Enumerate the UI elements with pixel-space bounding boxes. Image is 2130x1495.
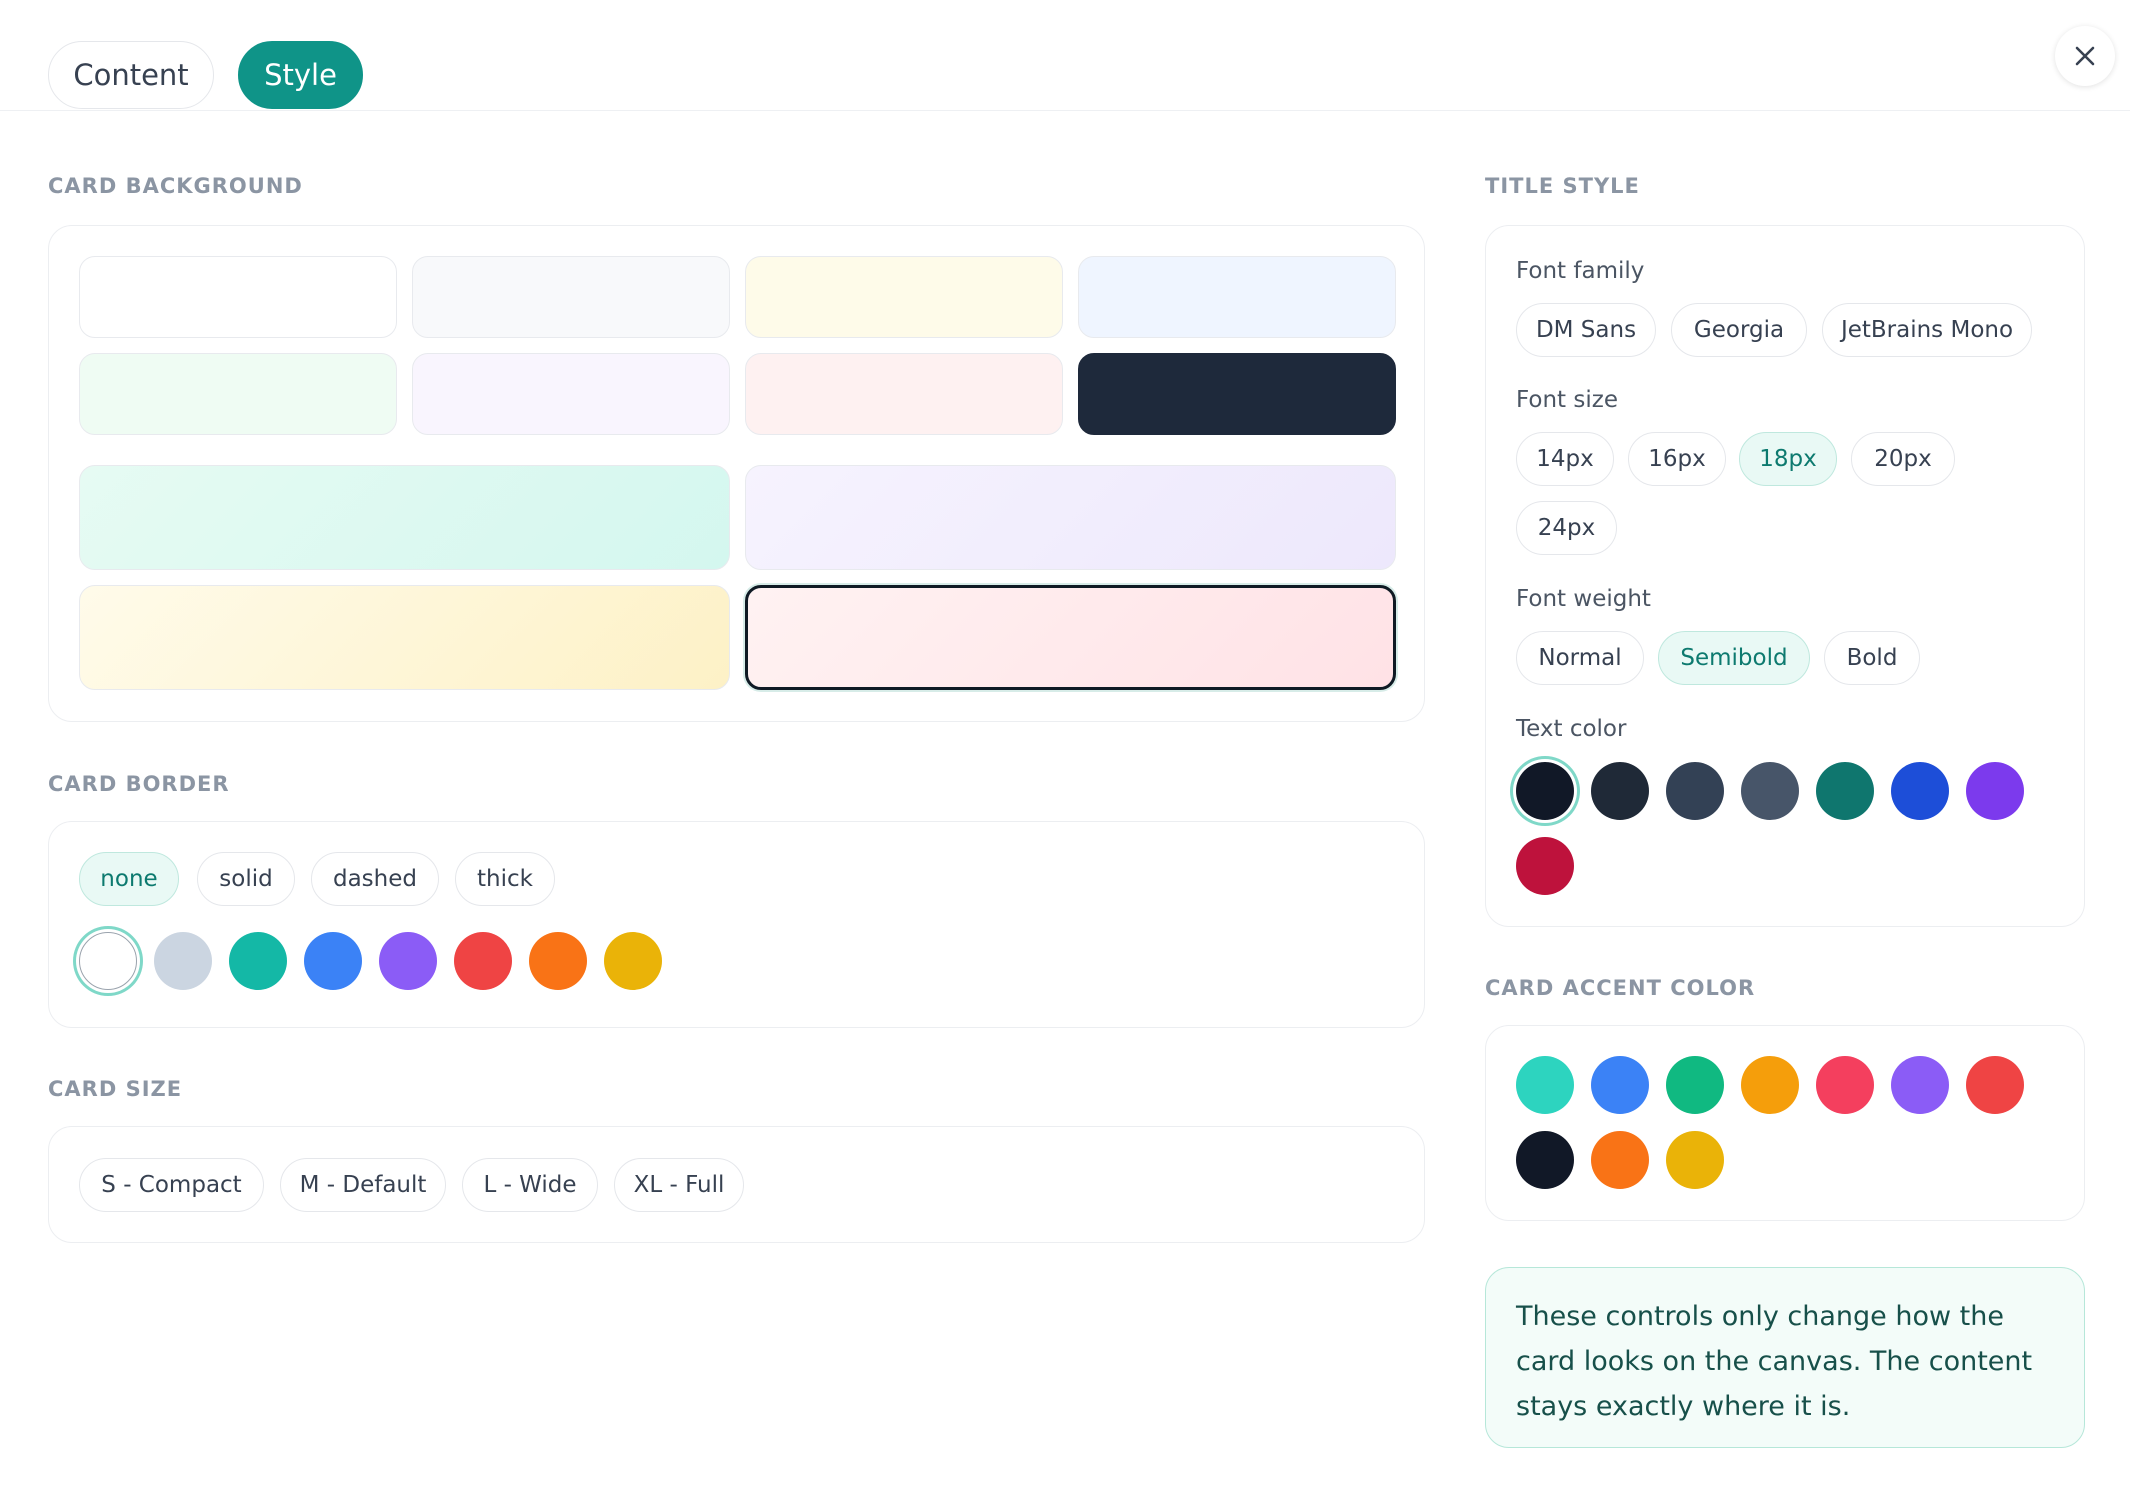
accent-color-swatch-4[interactable] <box>1741 1056 1799 1114</box>
tab-style[interactable]: Style <box>238 41 363 109</box>
border-color-swatch-7[interactable] <box>529 932 587 990</box>
background-swatch-solid-8[interactable] <box>1078 353 1396 435</box>
border-color-swatch-8[interactable] <box>604 932 662 990</box>
font-size-20[interactable]: 20px <box>1851 432 1955 486</box>
title-style-panel: Font family DM Sans Georgia JetBrains Mo… <box>1485 225 2085 927</box>
text-color-label: Text color <box>1516 716 1627 742</box>
accent-color-swatch-10[interactable] <box>1666 1131 1724 1189</box>
background-swatch-solid-4[interactable] <box>1078 256 1396 338</box>
background-swatch-gradient-4[interactable] <box>745 585 1396 690</box>
accent-color-swatch-5[interactable] <box>1816 1056 1874 1114</box>
card-accent-title: CARD ACCENT COLOR <box>1485 976 1756 1000</box>
size-option-full[interactable]: XL - Full <box>614 1158 744 1212</box>
tab-content[interactable]: Content <box>48 41 214 109</box>
card-background-panel <box>48 225 1425 722</box>
border-color-swatch-2[interactable] <box>154 932 212 990</box>
border-style-none[interactable]: none <box>79 852 179 906</box>
card-border-title: CARD BORDER <box>48 772 230 796</box>
card-border-panel: none solid dashed thick <box>48 821 1425 1028</box>
text-color-swatch-1[interactable] <box>1516 762 1574 820</box>
size-option-default[interactable]: M - Default <box>280 1158 446 1212</box>
font-weight-label: Font weight <box>1516 586 1651 612</box>
title-style-title: TITLE STYLE <box>1485 174 1640 198</box>
background-swatch-gradient-1[interactable] <box>79 465 730 570</box>
font-size-label: Font size <box>1516 387 1618 413</box>
accent-color-swatch-9[interactable] <box>1591 1131 1649 1189</box>
text-color-swatch-2[interactable] <box>1591 762 1649 820</box>
border-color-swatch-4[interactable] <box>304 932 362 990</box>
style-info-note: These controls only change how the card … <box>1485 1267 2085 1448</box>
text-color-swatch-7[interactable] <box>1966 762 2024 820</box>
card-background-title: CARD BACKGROUND <box>48 174 303 198</box>
border-color-swatch-1[interactable] <box>79 932 137 990</box>
font-size-24[interactable]: 24px <box>1516 501 1617 555</box>
font-size-18[interactable]: 18px <box>1739 432 1837 486</box>
font-family-dm-sans[interactable]: DM Sans <box>1516 303 1656 357</box>
accent-color-swatch-7[interactable] <box>1966 1056 2024 1114</box>
card-size-panel: S - Compact M - Default L - Wide XL - Fu… <box>48 1126 1425 1243</box>
text-color-swatch-8[interactable] <box>1516 837 1574 895</box>
font-size-16[interactable]: 16px <box>1628 432 1726 486</box>
border-color-swatch-5[interactable] <box>379 932 437 990</box>
font-weight-bold[interactable]: Bold <box>1824 631 1920 685</box>
border-style-thick[interactable]: thick <box>455 852 555 906</box>
card-accent-panel <box>1485 1025 2085 1221</box>
size-option-compact[interactable]: S - Compact <box>79 1158 264 1212</box>
text-color-swatch-5[interactable] <box>1816 762 1874 820</box>
background-swatch-solid-3[interactable] <box>745 256 1063 338</box>
accent-color-swatch-1[interactable] <box>1516 1056 1574 1114</box>
accent-color-swatch-3[interactable] <box>1666 1056 1724 1114</box>
background-swatch-solid-7[interactable] <box>745 353 1063 435</box>
text-color-swatch-6[interactable] <box>1891 762 1949 820</box>
accent-color-swatch-8[interactable] <box>1516 1131 1574 1189</box>
font-size-14[interactable]: 14px <box>1516 432 1614 486</box>
font-family-georgia[interactable]: Georgia <box>1671 303 1807 357</box>
background-swatch-solid-6[interactable] <box>412 353 730 435</box>
border-color-swatch-6[interactable] <box>454 932 512 990</box>
font-weight-normal[interactable]: Normal <box>1516 631 1644 685</box>
background-swatch-solid-2[interactable] <box>412 256 730 338</box>
text-color-swatch-3[interactable] <box>1666 762 1724 820</box>
accent-color-swatch-6[interactable] <box>1891 1056 1949 1114</box>
border-color-swatch-3[interactable] <box>229 932 287 990</box>
font-family-jetbrains-mono[interactable]: JetBrains Mono <box>1822 303 2032 357</box>
card-size-title: CARD SIZE <box>48 1077 183 1101</box>
accent-color-swatch-2[interactable] <box>1591 1056 1649 1114</box>
close-button[interactable] <box>2055 26 2115 86</box>
font-weight-semibold[interactable]: Semibold <box>1658 631 1810 685</box>
editor-header: Content Style <box>0 0 2130 111</box>
text-color-swatch-4[interactable] <box>1741 762 1799 820</box>
font-family-label: Font family <box>1516 258 1645 284</box>
background-swatch-gradient-3[interactable] <box>79 585 730 690</box>
border-style-dashed[interactable]: dashed <box>311 852 439 906</box>
close-icon <box>2075 46 2095 66</box>
size-option-wide[interactable]: L - Wide <box>462 1158 598 1212</box>
border-style-solid[interactable]: solid <box>197 852 295 906</box>
background-swatch-gradient-2[interactable] <box>745 465 1396 570</box>
background-swatch-solid-1[interactable] <box>79 256 397 338</box>
background-swatch-solid-5[interactable] <box>79 353 397 435</box>
